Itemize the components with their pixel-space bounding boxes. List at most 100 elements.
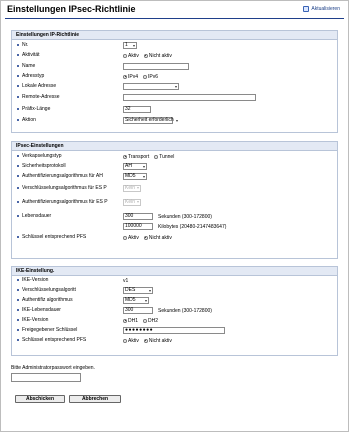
chevron-down-icon (175, 119, 178, 122)
ipsec-settings-section: IPsec-Einstellungen Verkapselungstyp Tra… (11, 141, 338, 259)
lifetime-seconds-unit: Sekunden (300-172800) (158, 213, 212, 220)
esp-auth-row: Authentifizierungsalgorithmus für ES P K… (17, 196, 333, 208)
protocol-row: Sicherheitsprotokoll AH (17, 162, 333, 171)
ike-lifetime-label: IKE-Lebensdauer (22, 307, 61, 313)
esp-enc-label: Verschlüsselungsalgorithmus für ES P (22, 184, 107, 191)
ipsec-pfs-row: Schlüssel entsprechend PFS Aktiv Nicht a… (17, 233, 333, 242)
lifetime-kb-row: 100000 Kilobytes (20480-2147483647) (17, 222, 333, 231)
local-address-label: Lokale Adresse (22, 83, 57, 89)
ip-policy-section: Einstellungen IP-Richtlinie Nr. 1 Aktivi… (11, 30, 338, 133)
bullet-icon (17, 175, 19, 177)
prefix-length-row: Präfix-Länge 32 (17, 105, 333, 114)
ike-auth-row: Authentifiz algorithmus MD5 (17, 296, 333, 305)
refresh-button[interactable]: Aktualisieren (303, 6, 340, 12)
bullet-icon (17, 236, 19, 238)
local-address-select[interactable] (123, 83, 179, 90)
bullet-icon (17, 44, 19, 46)
ipv4-radio[interactable] (123, 74, 127, 79)
admin-password-input[interactable] (11, 373, 81, 382)
ike-pfs-inactive-radio[interactable] (143, 338, 148, 343)
page-title: Einstellungen IPsec-Richtlinie (7, 4, 136, 14)
activity-inactive-radio[interactable] (143, 53, 148, 58)
ike-pfs-active-radio[interactable] (123, 338, 127, 343)
nr-row: Nr. 1 (17, 41, 333, 50)
esp-enc-row: Verschlüsselungsalgorithmus für ES P Kei… (17, 182, 333, 194)
ipsec-pfs-label: Schlüssel entsprechend PFS (22, 234, 87, 240)
encapsulation-row: Verkapselungstyp Transport Tunnel (17, 152, 333, 161)
ike-psk-label: Freigegebener Schlüssel (22, 327, 78, 333)
ike-version-value: v1 (123, 277, 129, 284)
transport-radio[interactable] (123, 154, 127, 159)
bullet-icon (17, 200, 19, 203)
name-input[interactable] (123, 63, 189, 70)
chevron-down-icon (133, 44, 135, 47)
bullet-icon (17, 165, 19, 167)
ah-auth-label: Authentifizierungsalgorithmus für AH (22, 173, 103, 179)
ike-auth-select[interactable]: MD5 (123, 297, 149, 304)
submit-button[interactable]: Abschicken (15, 395, 65, 403)
ike-version-label: IKE-Version (22, 277, 49, 283)
ike-version-row: IKE-Version v1 (17, 276, 333, 285)
refresh-label: Aktualisieren (311, 6, 340, 12)
chevron-down-icon (175, 85, 177, 88)
activity-active-radio[interactable] (123, 53, 127, 58)
remote-address-input[interactable] (123, 94, 256, 101)
bullet-icon (17, 108, 19, 110)
ipsec-pfs-inactive-radio[interactable] (143, 235, 148, 240)
ip-policy-heading: Einstellungen IP-Richtlinie (12, 31, 337, 40)
bullet-icon (17, 85, 19, 87)
protocol-select[interactable]: AH (123, 163, 147, 170)
name-row: Name (17, 62, 333, 71)
ike-enc-select[interactable]: DES (123, 287, 153, 294)
bullet-icon (17, 319, 19, 321)
tunnel-radio[interactable] (154, 154, 159, 159)
chevron-down-icon (137, 201, 140, 203)
bullet-icon (17, 299, 19, 301)
encapsulation-label: Verkapselungstyp (22, 153, 62, 159)
esp-enc-select[interactable]: Kein (123, 184, 141, 192)
title-divider (5, 18, 344, 19)
chevron-down-icon (145, 299, 147, 302)
bullet-icon (17, 309, 19, 311)
dh2-radio[interactable] (143, 318, 148, 323)
ike-dh-label: IKE-Version (22, 317, 49, 323)
ipsec-pfs-active-radio[interactable] (123, 235, 127, 240)
ike-lifetime-input[interactable]: 300 (123, 307, 153, 314)
esp-auth-label: Authentifizierungsalgorithmus für ES P (22, 198, 108, 205)
remote-address-label: Remote-Adresse (22, 94, 60, 100)
address-type-label: Adresstyp (22, 73, 45, 79)
ike-enc-label: Verschlüsselungsalgoritt (22, 287, 76, 293)
name-label: Name (22, 63, 36, 69)
prefix-length-input[interactable]: 32 (123, 106, 151, 113)
nr-label: Nr. (22, 42, 29, 48)
bullet-icon (17, 339, 19, 341)
action-select[interactable]: Sicherheit erforderlich (123, 117, 178, 124)
chevron-down-icon (149, 289, 151, 292)
ike-lifetime-unit: Sekunden (300-172800) (158, 307, 212, 314)
bullet-icon (17, 96, 19, 98)
lifetime-kb-input[interactable]: 100000 (123, 223, 153, 230)
action-label: Aktion (22, 117, 36, 123)
bullet-icon (17, 289, 19, 291)
lifetime-seconds-row: Lebensdauer 300 Sekunden (300-172800) (17, 212, 333, 221)
dh1-radio[interactable] (123, 318, 127, 323)
ipv6-radio[interactable] (143, 74, 148, 79)
ah-auth-select[interactable]: MD5 (123, 173, 147, 180)
nr-select[interactable]: 1 (123, 42, 137, 49)
remote-address-row: Remote-Adresse (17, 93, 333, 102)
activity-row: Aktivität Aktiv Nicht aktiv (17, 51, 333, 60)
ike-dh-row: IKE-Version DH1 DH2 (17, 316, 333, 325)
activity-label: Aktivität (22, 52, 40, 58)
ike-pfs-label: Schlüssel entsprechend PFS (22, 337, 87, 343)
esp-auth-select[interactable]: Kein (123, 198, 141, 206)
admin-password-label: Bitte Administratorpasswort eingeben. (11, 365, 95, 371)
ike-psk-row: Freigegebener Schlüssel ●●●●●●●● (17, 326, 333, 335)
ike-lifetime-row: IKE-Lebensdauer 300 Sekunden (300-172800… (17, 306, 333, 315)
protocol-label: Sicherheitsprotokoll (22, 163, 66, 169)
cancel-button[interactable]: Abbrechen (69, 395, 121, 403)
bullet-icon (17, 215, 19, 217)
action-row: Aktion Sicherheit erforderlich (17, 116, 333, 125)
ike-psk-input[interactable]: ●●●●●●●● (123, 327, 225, 334)
ipsec-settings-heading: IPsec-Einstellungen (12, 142, 337, 151)
lifetime-seconds-input[interactable]: 300 (123, 213, 153, 220)
